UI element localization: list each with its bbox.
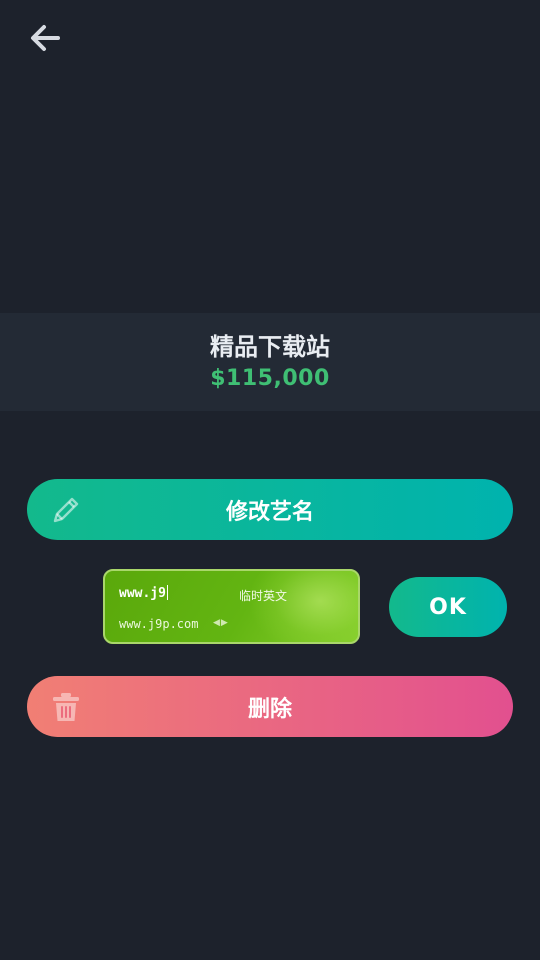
delete-label: 删除 bbox=[247, 696, 292, 722]
item-price: $115,000 bbox=[210, 365, 330, 391]
delete-button[interactable]: 删除 bbox=[27, 676, 513, 737]
ime-input-text: www.j9 bbox=[119, 585, 168, 601]
rename-button[interactable]: 修改艺名 bbox=[27, 479, 513, 540]
ime-candidate[interactable]: www.j9p.com bbox=[119, 617, 198, 631]
candidate-page-arrows[interactable]: ◀▶ bbox=[213, 618, 229, 628]
leaf-decoration bbox=[248, 571, 358, 642]
pencil-icon bbox=[53, 497, 79, 523]
arrow-left-icon bbox=[31, 25, 60, 51]
rename-label: 修改艺名 bbox=[225, 499, 314, 525]
ok-button[interactable]: OK bbox=[389, 577, 507, 637]
back-button[interactable] bbox=[26, 20, 66, 56]
item-name: 精品下载站 bbox=[210, 332, 330, 361]
item-info-panel: 精品下载站 $115,000 bbox=[0, 313, 540, 411]
ime-mode-label[interactable]: 临时英文 bbox=[239, 587, 287, 604]
text-caret bbox=[166, 585, 168, 600]
name-input-field[interactable]: www.j9 临时英文 www.j9p.com ◀▶ bbox=[103, 569, 360, 644]
ok-label: OK bbox=[429, 594, 467, 620]
trash-icon bbox=[53, 693, 79, 721]
